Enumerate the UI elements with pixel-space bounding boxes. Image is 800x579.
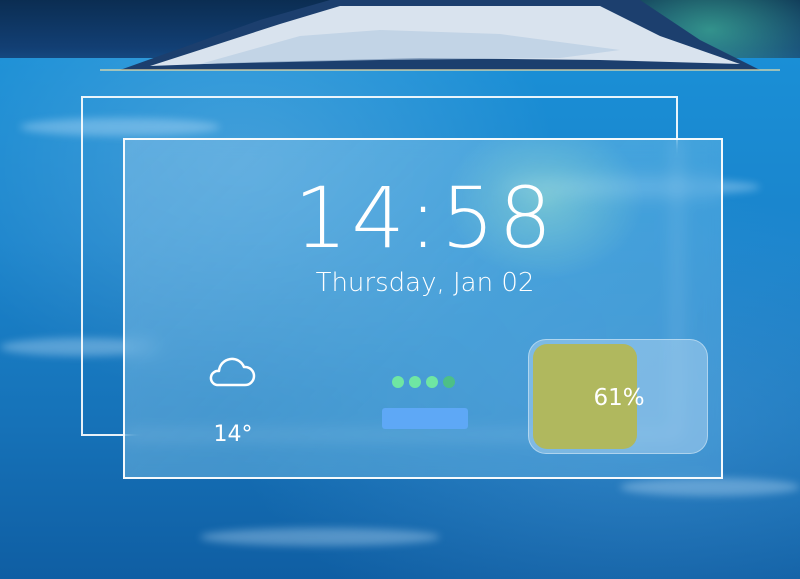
battery-level-label: 61% xyxy=(593,384,645,411)
indicator-dot xyxy=(426,376,438,388)
snowy-mountain xyxy=(100,0,780,71)
connectivity-bar[interactable] xyxy=(382,408,468,429)
clock-time: 14:58 xyxy=(293,169,557,267)
battery-widget[interactable]: 61% xyxy=(528,339,708,454)
indicator-dot xyxy=(443,376,455,388)
cloud-icon[interactable] xyxy=(205,351,257,389)
connectivity-dots[interactable] xyxy=(392,376,455,388)
lockscreen-widget-panel: 14:58 Thursday, Jan 02 14° 61% xyxy=(123,138,723,479)
indicator-dot xyxy=(392,376,404,388)
indicator-dot xyxy=(409,376,421,388)
clock-date: Thursday, Jan 02 xyxy=(315,268,535,298)
weather-temperature: 14° xyxy=(213,422,253,447)
